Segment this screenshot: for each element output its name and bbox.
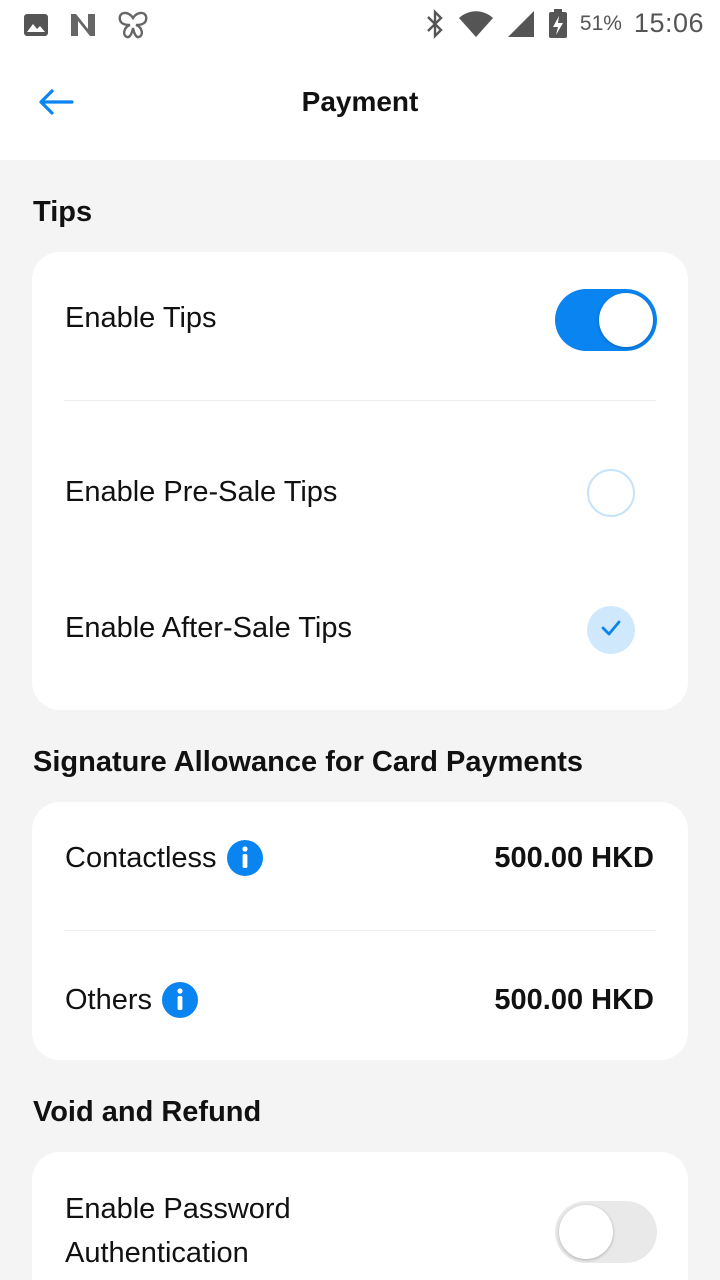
password-auth-label: Enable Password Authentication: [65, 1187, 291, 1275]
tips-card: Enable Tips Enable Pre-Sale Tips Enable …: [32, 252, 688, 710]
enable-tips-label: Enable Tips: [65, 302, 217, 334]
password-auth-label-line2: Authentication: [65, 1237, 249, 1269]
app-header: Payment: [0, 52, 720, 160]
others-value: 500.00 HKD: [494, 984, 654, 1016]
toggle-knob: [559, 1205, 613, 1259]
battery-percentage: 51%: [579, 11, 622, 35]
tips-section-title: Tips: [33, 196, 93, 228]
wifi-icon: [458, 10, 494, 38]
info-icon[interactable]: [226, 840, 263, 876]
void-refund-card: Enable Password Authentication: [32, 1152, 688, 1280]
password-auth-label-line1: Enable Password: [65, 1193, 291, 1225]
after-sale-tips-label: Enable After-Sale Tips: [65, 612, 352, 644]
toggle-knob: [599, 293, 653, 347]
page-title: Payment: [301, 86, 419, 117]
divider: [64, 930, 656, 931]
others-row: Others: [65, 982, 199, 1018]
clock: 15:06: [633, 8, 704, 38]
pre-sale-tips-label: Enable Pre-Sale Tips: [65, 476, 338, 508]
n-app-icon: [68, 11, 98, 39]
contactless-row: Contactless: [65, 840, 263, 876]
signal-icon: [506, 10, 536, 38]
contactless-label: Contactless: [65, 841, 217, 874]
enable-tips-toggle[interactable]: [555, 289, 657, 351]
void-refund-section-title: Void and Refund: [33, 1096, 262, 1128]
info-icon[interactable]: [162, 982, 199, 1018]
status-bar: 51% 15:06: [0, 0, 720, 52]
divider: [64, 400, 656, 401]
butterfly-icon: [116, 10, 150, 40]
contactless-value: 500.00 HKD: [494, 842, 654, 874]
password-auth-toggle[interactable]: [555, 1201, 657, 1263]
pre-sale-tips-radio[interactable]: [587, 469, 635, 517]
signature-card: Contactless 500.00 HKD Others 500.00 HKD: [32, 802, 688, 1060]
gallery-icon: [22, 11, 50, 39]
signature-section-title: Signature Allowance for Card Payments: [33, 746, 584, 778]
after-sale-tips-radio[interactable]: [587, 606, 635, 654]
others-label: Others: [65, 983, 153, 1016]
checkmark-icon: [600, 619, 622, 642]
bluetooth-icon: [424, 8, 446, 39]
battery-charging-icon: [548, 8, 568, 39]
